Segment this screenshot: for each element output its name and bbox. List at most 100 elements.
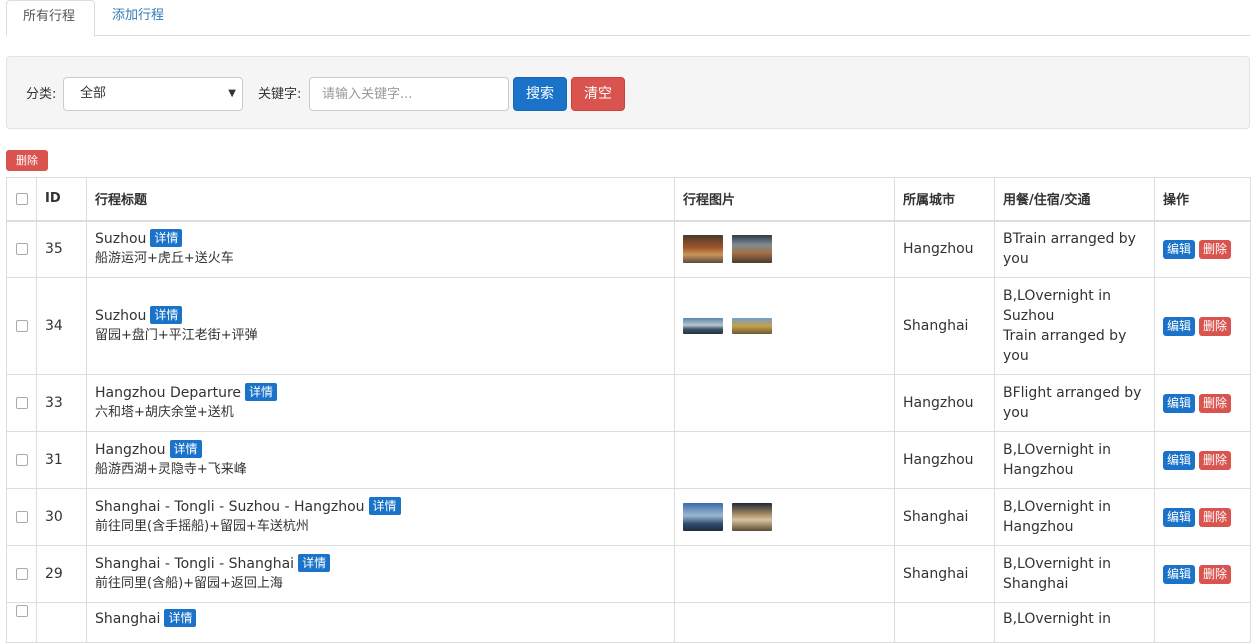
meal-line: BFlight arranged by [1003, 385, 1142, 401]
meal-line: you [1003, 348, 1029, 364]
edit-button[interactable]: 编辑 [1163, 564, 1196, 584]
delete-button[interactable]: 删除 [1199, 316, 1232, 336]
itinerary-title: Hangzhou [95, 442, 166, 458]
table-row: 31 Hangzhou 详情 船游西湖+灵隐寺+飞来峰 Hangzhou B,LOvern… [6, 431, 1251, 489]
table-row: 30 Shanghai - Tongli - Suzhou - Hangzhou 详… [6, 488, 1251, 546]
edit-button[interactable]: 编辑 [1163, 239, 1196, 259]
row-id [36, 602, 87, 643]
meal-line: Hangzhou [1003, 519, 1074, 535]
delete-button[interactable]: 删除 [1199, 507, 1232, 527]
edit-button[interactable]: 编辑 [1163, 507, 1196, 527]
table-row: Shanghai 详情 B,LOvernight in [6, 602, 1251, 643]
header-images: 行程图片 [674, 177, 895, 222]
itinerary-thumbnail[interactable] [732, 235, 772, 264]
itinerary-route: 船游西湖+灵隐寺+飞来峰 [95, 462, 247, 477]
clear-button[interactable]: 清空 [571, 77, 625, 111]
detail-button[interactable]: 详情 [164, 609, 197, 627]
meal-line: B,LOvernight in [1003, 499, 1112, 515]
header-title: 行程标题 [86, 177, 675, 222]
caret-down-icon: ▼ [228, 88, 236, 99]
itinerary-title: Hangzhou Departure [95, 385, 242, 401]
meal-line: BTrain arranged by [1003, 231, 1136, 248]
row-id: 34 [36, 277, 87, 375]
search-button[interactable]: 搜索 [513, 77, 567, 111]
row-id: 29 [36, 545, 87, 603]
row-checkbox[interactable] [15, 605, 28, 617]
meal-line: B,LOvernight in [1003, 556, 1112, 572]
itinerary-title: Suzhou [95, 308, 147, 324]
meal-line: Hangzhou [1003, 462, 1074, 478]
itinerary-route: 留园+盘门+平江老街+评弹 [95, 328, 258, 343]
delete-button[interactable]: 删除 [1199, 393, 1232, 413]
table-row: 29 Shanghai - Tongli - Shanghai 详情 前往同里(含船)… [6, 545, 1251, 603]
edit-button[interactable]: 编辑 [1163, 316, 1196, 336]
meal-line: Suzhou [1003, 308, 1055, 324]
itinerary-thumbnail[interactable] [732, 318, 772, 334]
tab-bar: 所有行程 添加行程 [6, 0, 1250, 37]
detail-button[interactable]: 详情 [150, 229, 183, 248]
category-label: 分类: [26, 87, 57, 102]
table-header-row: ID 行程标题 行程图片 所属城市 用餐/住宿/交通 操作 [6, 177, 1251, 222]
itinerary-title: Shanghai [95, 611, 161, 627]
category-select[interactable]: 全部 ▼ [63, 77, 243, 111]
tab-add-itinerary[interactable]: 添加行程 [96, 0, 180, 36]
table-row: 35 Suzhou 详情船游运河+虎丘+送火车 Hangzhou BTrain arra… [6, 220, 1251, 278]
itinerary-thumbnail[interactable] [732, 503, 772, 531]
itinerary-route: 六和塔+胡庆余堂+送机 [95, 405, 234, 420]
filter-panel: 分类: 全部 ▼ 关键字: 搜索 清空 [6, 56, 1250, 129]
row-city: Hangzhou [894, 220, 995, 278]
meal-line: B,LOvernight in [1003, 442, 1112, 458]
row-checkbox[interactable] [15, 243, 28, 256]
header-meal: 用餐/住宿/交通 [994, 177, 1155, 222]
row-checkbox[interactable] [15, 511, 28, 523]
row-city: Shanghai [894, 545, 995, 603]
header-id: ID [36, 177, 87, 222]
row-id: 31 [36, 431, 87, 489]
keyword-label: 关键字: [258, 87, 302, 102]
detail-button[interactable]: 详情 [245, 383, 278, 401]
itinerary-thumbnail[interactable] [683, 235, 723, 264]
row-checkbox[interactable] [15, 454, 28, 466]
header-city: 所属城市 [894, 177, 995, 222]
row-checkbox[interactable] [15, 320, 28, 332]
itinerary-route: 前往同里(含手摇船)+留园+车送杭州 [95, 519, 309, 534]
delete-button[interactable]: 删除 [1199, 564, 1232, 584]
meal-line: you [1003, 405, 1029, 421]
select-all-checkbox[interactable] [15, 192, 28, 205]
keyword-input[interactable] [309, 77, 509, 111]
itinerary-thumbnail[interactable] [683, 318, 723, 334]
row-city: Shanghai [894, 488, 995, 546]
detail-button[interactable]: 详情 [298, 554, 331, 572]
meal-line: B,LOvernight in [1003, 611, 1112, 627]
delete-button[interactable]: 删除 [1199, 450, 1232, 470]
edit-button[interactable]: 编辑 [1163, 450, 1196, 470]
delete-button[interactable]: 删除 [1199, 239, 1232, 259]
row-city: Hangzhou [894, 374, 995, 432]
meal-line: you [1003, 251, 1029, 268]
detail-button[interactable]: 详情 [169, 440, 202, 458]
itinerary-route: 前往同里(含船)+留园+返回上海 [95, 576, 283, 591]
detail-button[interactable]: 详情 [368, 497, 401, 515]
itinerary-title: Shanghai - Tongli - Shanghai [95, 556, 295, 572]
itinerary-thumbnail[interactable] [683, 503, 723, 531]
meal-line: Train arranged by [1003, 328, 1127, 344]
row-checkbox[interactable] [15, 397, 28, 409]
header-actions: 操作 [1154, 177, 1251, 222]
table-row: 34 Suzhou 详情 留园+盘门+平江老街+评弹 Shanghai B,LOverni… [6, 277, 1251, 375]
itinerary-title: Shanghai - Tongli - Suzhou - Hangzhou [95, 499, 365, 515]
tab-all-itineraries[interactable]: 所有行程 [6, 0, 95, 37]
row-city: Hangzhou [894, 431, 995, 489]
bulk-delete-button[interactable]: 删除 [6, 150, 48, 171]
row-city [894, 602, 995, 643]
itinerary-route: 船游运河+虎丘+送火车 [95, 251, 234, 267]
detail-button[interactable]: 详情 [150, 306, 183, 324]
row-id: 33 [36, 374, 87, 432]
meal-line: Shanghai [1003, 576, 1069, 592]
row-checkbox[interactable] [15, 568, 28, 580]
table-row: 33 Hangzhou Departure 详情 六和塔+胡庆余堂+送机 Hangzho… [6, 374, 1251, 432]
row-id: 30 [36, 488, 87, 546]
itinerary-title: Suzhou [95, 231, 147, 248]
meal-line: B,LOvernight in [1003, 288, 1112, 304]
row-id: 35 [36, 220, 87, 278]
edit-button[interactable]: 编辑 [1163, 393, 1196, 413]
